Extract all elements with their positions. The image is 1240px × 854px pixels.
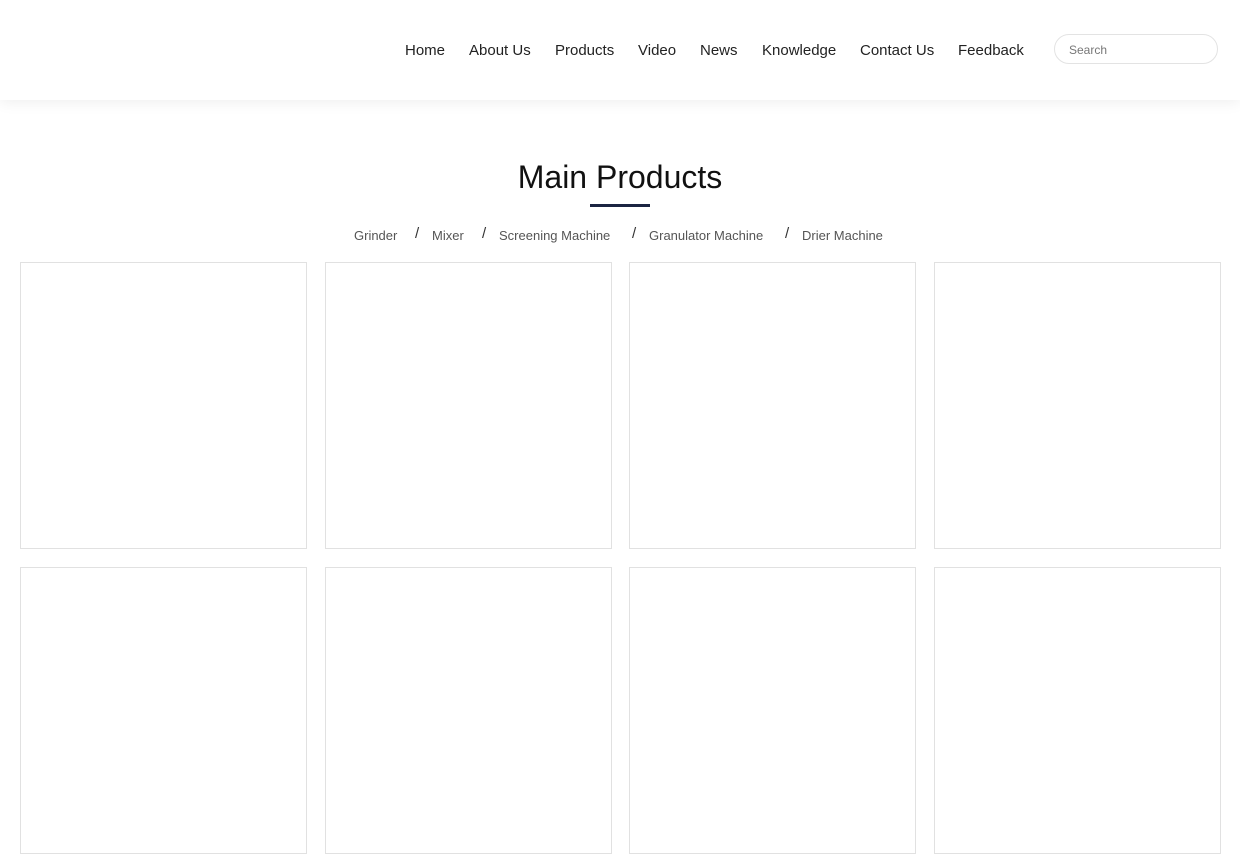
- nav-about-us[interactable]: About Us: [469, 41, 531, 61]
- search-input[interactable]: [1069, 42, 1209, 58]
- nav-video[interactable]: Video: [638, 41, 676, 61]
- product-card[interactable]: [934, 262, 1221, 549]
- nav-contact-us[interactable]: Contact Us: [860, 41, 934, 61]
- category-grinder[interactable]: Grinder: [354, 226, 397, 246]
- nav-products[interactable]: Products: [555, 41, 614, 61]
- category-separator: /: [785, 225, 790, 242]
- category-separator: /: [632, 225, 637, 242]
- nav-knowledge[interactable]: Knowledge: [762, 41, 836, 61]
- title-underline: [590, 204, 650, 207]
- site-header: Home About Us Products Video News Knowle…: [0, 0, 1240, 100]
- nav-news[interactable]: News: [700, 41, 738, 61]
- product-card[interactable]: [934, 567, 1221, 854]
- search-box: [1054, 34, 1218, 64]
- nav-feedback[interactable]: Feedback: [958, 41, 1024, 61]
- product-card[interactable]: [20, 567, 307, 854]
- product-card[interactable]: [629, 262, 916, 549]
- product-card[interactable]: [325, 567, 612, 854]
- category-drier-machine[interactable]: Drier Machine: [802, 226, 883, 246]
- product-card[interactable]: [20, 262, 307, 549]
- category-separator: /: [482, 225, 487, 242]
- category-filter: Grinder / Mixer / Screening Machine / Gr…: [0, 225, 1240, 246]
- category-granulator-machine[interactable]: Granulator Machine: [649, 226, 763, 246]
- category-mixer[interactable]: Mixer: [432, 226, 464, 246]
- category-screening-machine[interactable]: Screening Machine: [499, 226, 610, 246]
- category-separator: /: [415, 225, 420, 242]
- page-title: Main Products: [517, 159, 723, 195]
- product-card[interactable]: [629, 567, 916, 854]
- nav-home[interactable]: Home: [405, 41, 445, 61]
- product-card[interactable]: [325, 262, 612, 549]
